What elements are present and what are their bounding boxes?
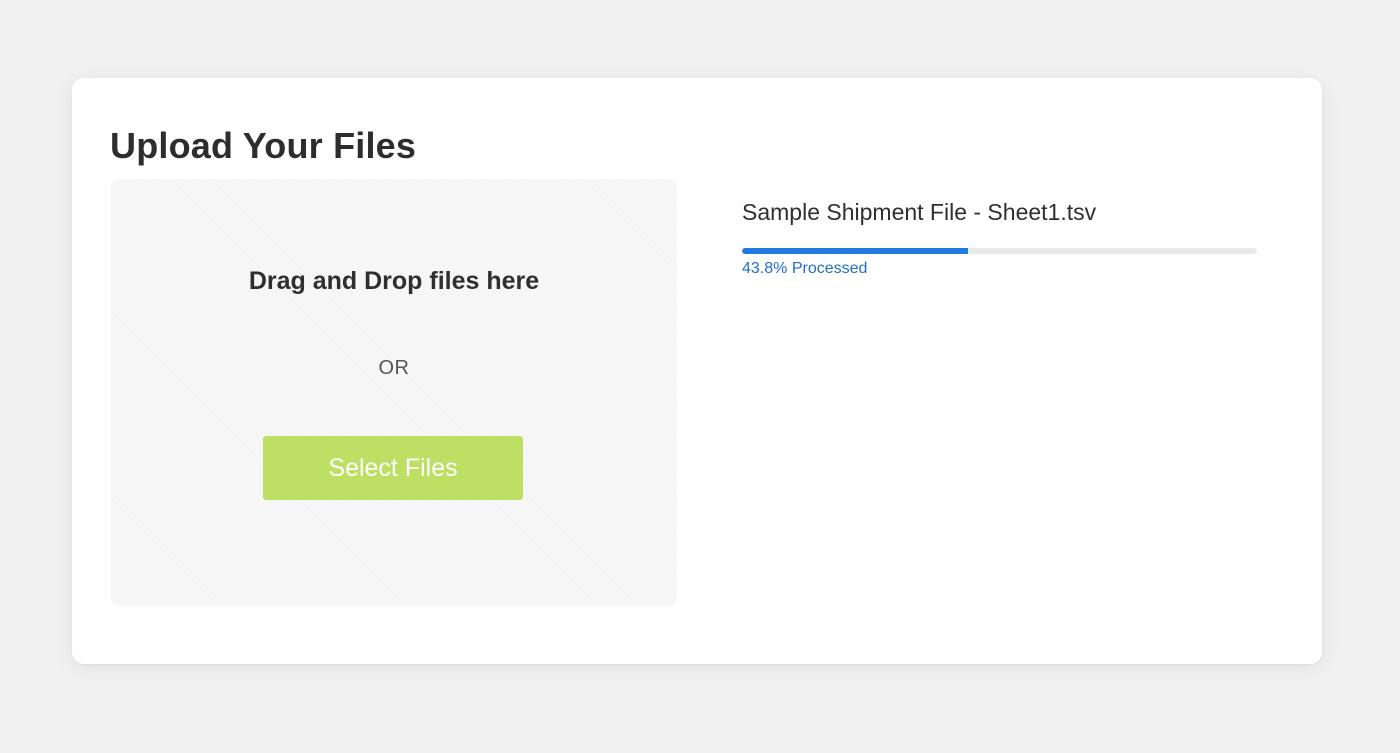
- drop-zone[interactable]: Drag and Drop files here OR Select Files: [111, 179, 677, 606]
- progress-bar: [742, 248, 1257, 254]
- or-separator: OR: [378, 357, 410, 379]
- select-files-button[interactable]: Select Files: [263, 436, 523, 500]
- file-name: Sample Shipment File - Sheet1.tsv: [742, 199, 1097, 225]
- progress-fill: [742, 248, 968, 254]
- drop-prompt: Drag and Drop files here: [248, 267, 540, 295]
- progress-label: 43.8% Processed: [742, 260, 868, 277]
- upload-item: Sample Shipment File - Sheet1.tsv 43.8% …: [742, 198, 1258, 278]
- upload-card: Upload Your Files Drag and Drop files he…: [72, 78, 1322, 664]
- page-title: Upload Your Files: [110, 125, 417, 166]
